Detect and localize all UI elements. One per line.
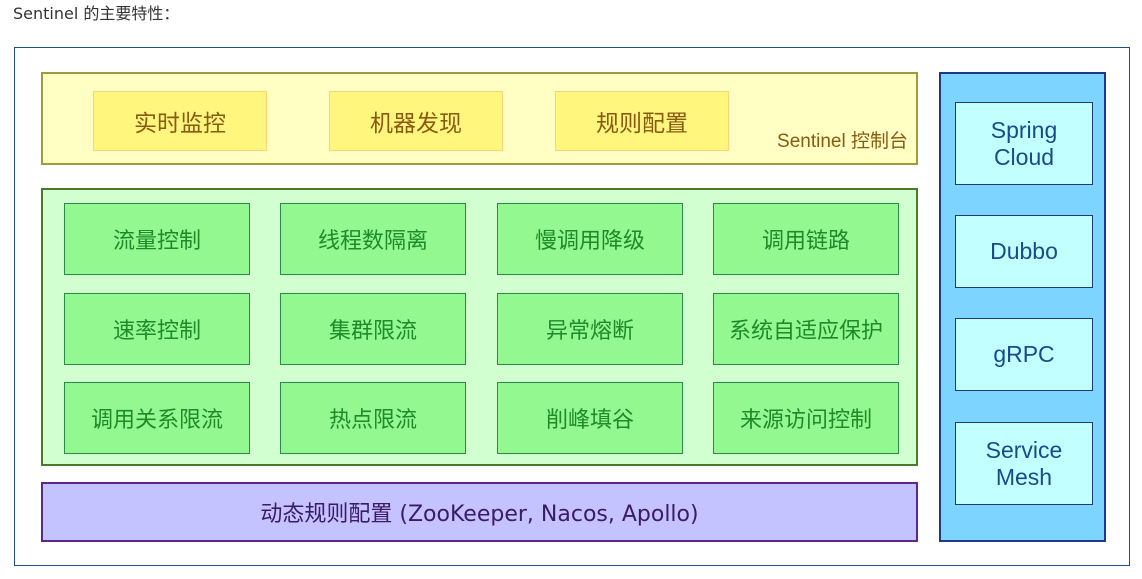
feature-rate-control: 速率控制 bbox=[64, 293, 250, 365]
core-features-layer: 流量控制 线程数隔离 慢调用降级 调用链路 速率控制 集群限流 异常熔断 系统自… bbox=[41, 188, 918, 466]
feature-call-chain: 调用链路 bbox=[713, 203, 899, 275]
feature-system-adaptive-protection: 系统自适应保护 bbox=[713, 293, 899, 365]
dashboard-item-rule-config: 规则配置 bbox=[555, 91, 729, 151]
feature-relation-flow-limit: 调用关系限流 bbox=[64, 382, 250, 454]
dynamic-rules-layer: 动态规则配置 (ZooKeeper, Nacos, Apollo) bbox=[41, 482, 918, 542]
adapter-service-mesh: Service Mesh bbox=[955, 422, 1093, 505]
feature-thread-isolation: 线程数隔离 bbox=[280, 203, 466, 275]
feature-hotspot-flow-limit: 热点限流 bbox=[280, 382, 466, 454]
dashboard-item-realtime-monitoring: 实时监控 bbox=[93, 91, 267, 151]
sentinel-dashboard-layer: 实时监控 机器发现 规则配置 Sentinel 控制台 bbox=[41, 72, 918, 165]
adapter-dubbo: Dubbo bbox=[955, 215, 1093, 288]
adapters-panel: Spring Cloud Dubbo gRPC Service Mesh bbox=[939, 72, 1106, 542]
feature-flow-control: 流量控制 bbox=[64, 203, 250, 275]
feature-slow-call-degrade: 慢调用降级 bbox=[497, 203, 683, 275]
feature-origin-access-control: 来源访问控制 bbox=[713, 382, 899, 454]
adapter-spring-cloud: Spring Cloud bbox=[955, 102, 1093, 185]
dashboard-item-machine-discovery: 机器发现 bbox=[329, 91, 503, 151]
feature-cluster-flow-limit: 集群限流 bbox=[280, 293, 466, 365]
feature-exception-circuit-breaker: 异常熔断 bbox=[497, 293, 683, 365]
feature-peak-shaving: 削峰填谷 bbox=[497, 382, 683, 454]
intro-text: Sentinel 的主要特性： bbox=[13, 4, 180, 23]
adapter-grpc: gRPC bbox=[955, 318, 1093, 391]
dashboard-label: Sentinel 控制台 bbox=[777, 131, 908, 152]
